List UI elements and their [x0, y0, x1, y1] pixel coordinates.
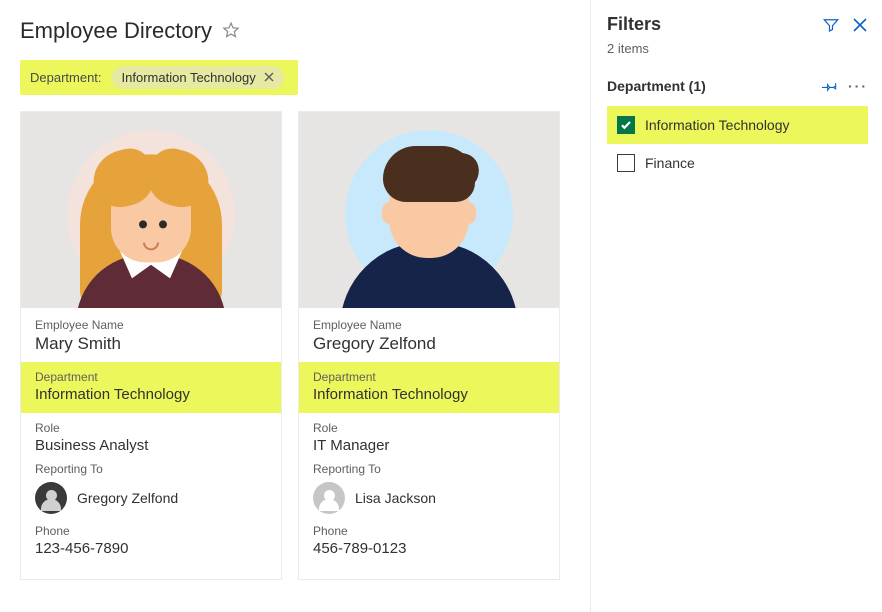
department-label: Department [313, 370, 545, 384]
role-value: IT Manager [313, 437, 545, 454]
funnel-filter-icon[interactable] [822, 16, 840, 34]
employee-card[interactable]: Employee Name Mary Smith Department Info… [20, 111, 282, 580]
pin-icon[interactable] [822, 78, 838, 94]
avatar-illustration [334, 122, 524, 308]
filter-option-label: Finance [645, 155, 695, 171]
page-title-row: Employee Directory [20, 18, 570, 44]
card-avatar-area [299, 112, 559, 308]
clear-filter-icon[interactable] [264, 70, 274, 85]
employee-card[interactable]: Employee Name Gregory Zelfond Department… [298, 111, 560, 580]
filter-option-information-technology[interactable]: Information Technology [607, 106, 868, 144]
manager-avatar-placeholder [313, 482, 345, 514]
filter-section-header: Department (1) ··· [607, 78, 868, 94]
filter-section-label: Department (1) [607, 78, 706, 94]
manager-name: Gregory Zelfond [77, 490, 178, 506]
reporting-to-label: Reporting To [313, 462, 545, 476]
main-content: Employee Directory Department: Informati… [0, 0, 590, 612]
avatar-illustration [61, 126, 241, 308]
filters-item-count: 2 items [607, 41, 868, 56]
filters-panel: Filters 2 items Department (1) ··· Infor… [590, 0, 882, 612]
filter-pill-department[interactable]: Information Technology [112, 66, 284, 89]
favorite-star-icon[interactable] [222, 21, 240, 42]
department-value: Information Technology [35, 386, 267, 403]
department-value: Information Technology [313, 386, 545, 403]
card-avatar-area [21, 112, 281, 308]
employee-name-value: Gregory Zelfond [313, 334, 545, 354]
more-options-icon[interactable]: ··· [848, 78, 868, 94]
phone-value: 456-789-0123 [313, 540, 545, 557]
phone-label: Phone [313, 524, 545, 538]
reporting-to-label: Reporting To [35, 462, 267, 476]
department-label: Department [35, 370, 267, 384]
filters-title: Filters [607, 14, 661, 35]
employee-name-label: Employee Name [35, 318, 267, 332]
card-body: Employee Name Mary Smith Department Info… [21, 308, 281, 579]
filter-bar-label: Department: [30, 70, 102, 85]
manager-name: Lisa Jackson [355, 490, 436, 506]
manager-avatar [35, 482, 67, 514]
filter-pill-value: Information Technology [122, 70, 256, 85]
filter-option-label: Information Technology [645, 117, 790, 133]
checkbox-checked-icon [617, 116, 635, 134]
employee-name-value: Mary Smith [35, 334, 267, 354]
role-label: Role [313, 421, 545, 435]
employee-name-label: Employee Name [313, 318, 545, 332]
phone-value: 123-456-7890 [35, 540, 267, 557]
role-label: Role [35, 421, 267, 435]
cards-container: Employee Name Mary Smith Department Info… [20, 111, 570, 580]
applied-filter-bar: Department: Information Technology [20, 60, 298, 95]
close-panel-icon[interactable] [852, 17, 868, 33]
checkbox-unchecked-icon [617, 154, 635, 172]
phone-label: Phone [35, 524, 267, 538]
page-title: Employee Directory [20, 18, 212, 44]
filter-option-finance[interactable]: Finance [607, 144, 868, 182]
card-body: Employee Name Gregory Zelfond Department… [299, 308, 559, 579]
role-value: Business Analyst [35, 437, 267, 454]
